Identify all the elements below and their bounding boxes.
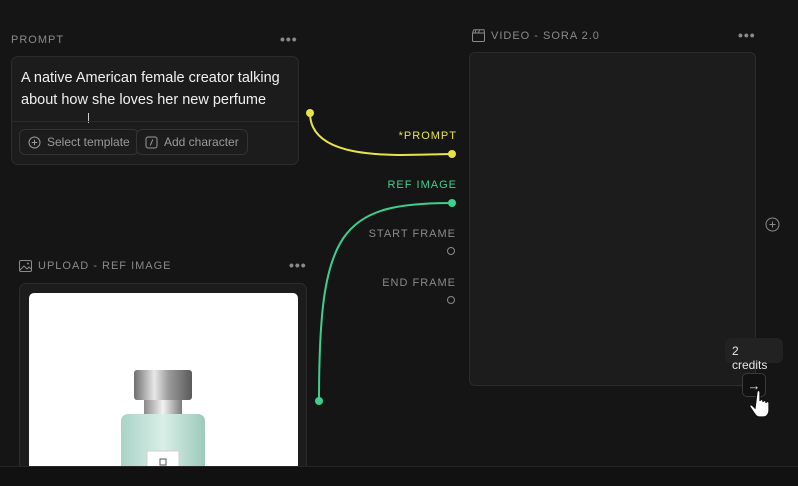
prompt-node-card: A native American female creator talking… (11, 56, 299, 165)
bottom-toolbar (0, 466, 798, 486)
video-output-panel (469, 52, 756, 386)
video-node-menu-icon[interactable]: ••• (738, 27, 756, 43)
prompt-divider (12, 121, 298, 122)
end-frame-input-port[interactable] (447, 296, 455, 304)
prompt-node-menu-icon[interactable]: ••• (280, 31, 298, 47)
start-frame-input-port[interactable] (447, 247, 455, 255)
prompt-input-port[interactable] (448, 150, 456, 158)
plus-circle-icon[interactable] (765, 217, 780, 232)
prompt-output-port (306, 109, 314, 117)
character-icon (145, 136, 158, 148)
hand-pointer-icon (749, 389, 770, 418)
prompt-port-label: *PROMPT (398, 130, 457, 142)
ref-image-input-port[interactable] (448, 199, 456, 207)
perfume-bottle-image (121, 370, 205, 473)
prompt-textarea[interactable]: A native American female creator talking… (21, 67, 291, 111)
clapperboard-icon (472, 29, 485, 42)
credits-tooltip: 2 credits (725, 338, 783, 372)
ref-image-preview[interactable] (29, 293, 298, 473)
upload-output-port (315, 397, 323, 405)
prompt-node-title: PROMPT (11, 34, 65, 46)
select-template-button[interactable]: Select template (19, 129, 139, 155)
video-node-title: VIDEO - SORA 2.0 (472, 29, 600, 42)
end-frame-port-label: END FRAME (382, 277, 456, 289)
image-icon (19, 260, 32, 272)
upload-node-title: UPLOAD - REF IMAGE (19, 260, 172, 272)
add-character-button[interactable]: Add character (136, 129, 248, 155)
ref-image-port-label: REF IMAGE (387, 179, 457, 191)
upload-node-card (19, 283, 307, 473)
upload-node-menu-icon[interactable]: ••• (289, 257, 307, 273)
plus-circle-icon (28, 136, 41, 148)
start-frame-port-label: START FRAME (368, 228, 456, 240)
